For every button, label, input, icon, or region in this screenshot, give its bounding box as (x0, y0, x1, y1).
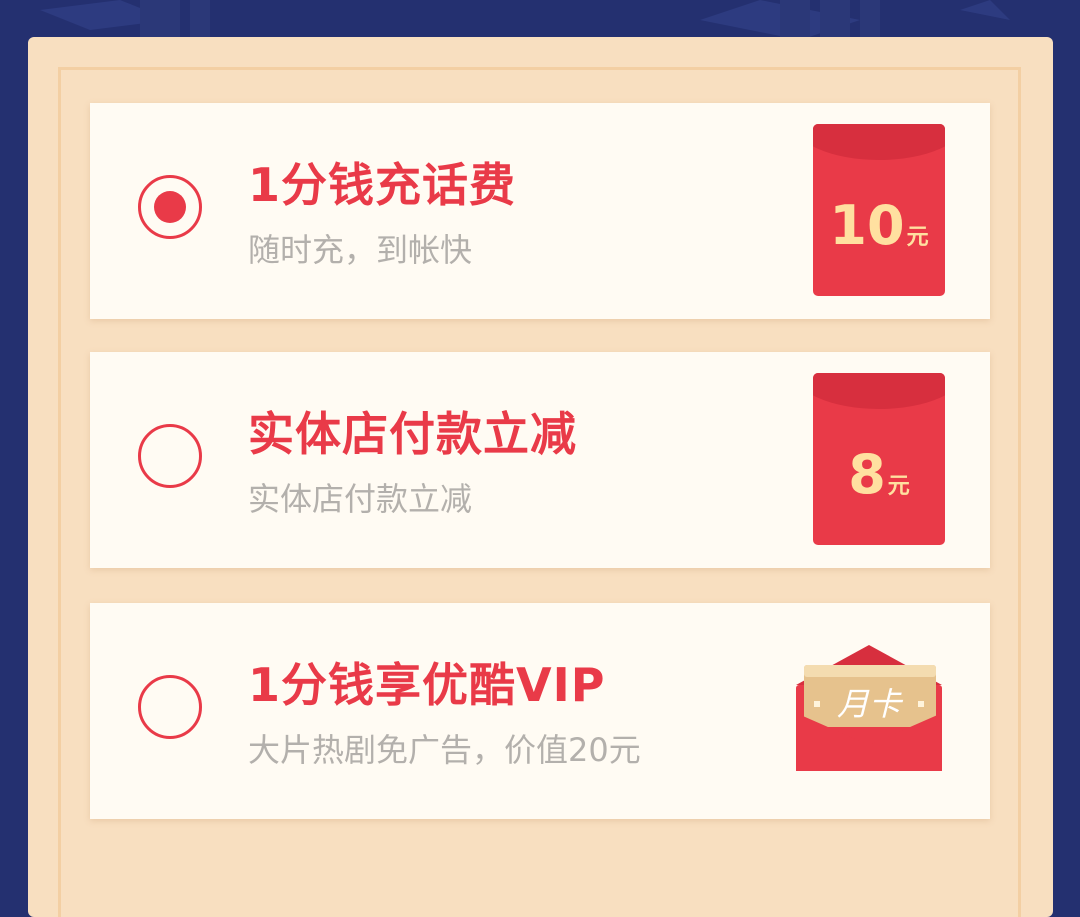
reward-number: 10 (829, 194, 905, 257)
option-card-store-discount[interactable]: 实体店付款立减 实体店付款立减 8元 (90, 352, 990, 568)
red-packet-flap (813, 124, 945, 160)
radio-button-selected[interactable] (138, 175, 202, 239)
red-packet-icon: 10元 (813, 124, 945, 296)
options-panel: 1分钱充话费 随时充，到帐快 10元 实体店付款立减 实体店付款立减 8元 1分… (28, 37, 1053, 917)
option-subtitle: 实体店付款立减 (248, 480, 473, 518)
radio-dot (154, 191, 186, 223)
option-title: 1分钱享优酷VIP (248, 658, 606, 712)
option-card-phone-recharge[interactable]: 1分钱充话费 随时充，到帐快 10元 (90, 103, 990, 319)
red-packet-icon: 8元 (813, 373, 945, 545)
reward-number: 8 (848, 443, 886, 506)
option-title: 1分钱充话费 (248, 158, 517, 212)
vip-card-envelope-icon: 月卡 (796, 645, 942, 771)
radio-button[interactable] (138, 424, 202, 488)
reward-unit: 元 (906, 225, 929, 250)
red-packet-flap (813, 373, 945, 409)
option-card-youku-vip[interactable]: 1分钱享优酷VIP 大片热剧免广告，价值20元 月卡 (90, 603, 990, 819)
option-subtitle: 大片热剧免广告，价值20元 (248, 731, 641, 769)
reward-amount: 8元 (813, 443, 945, 506)
reward-amount: 10元 (813, 194, 945, 257)
radio-button[interactable] (138, 675, 202, 739)
reward-unit: 元 (887, 474, 910, 499)
option-subtitle: 随时充，到帐快 (248, 231, 473, 269)
option-title: 实体店付款立减 (248, 407, 577, 461)
vip-card-label: 月卡 (837, 685, 904, 723)
